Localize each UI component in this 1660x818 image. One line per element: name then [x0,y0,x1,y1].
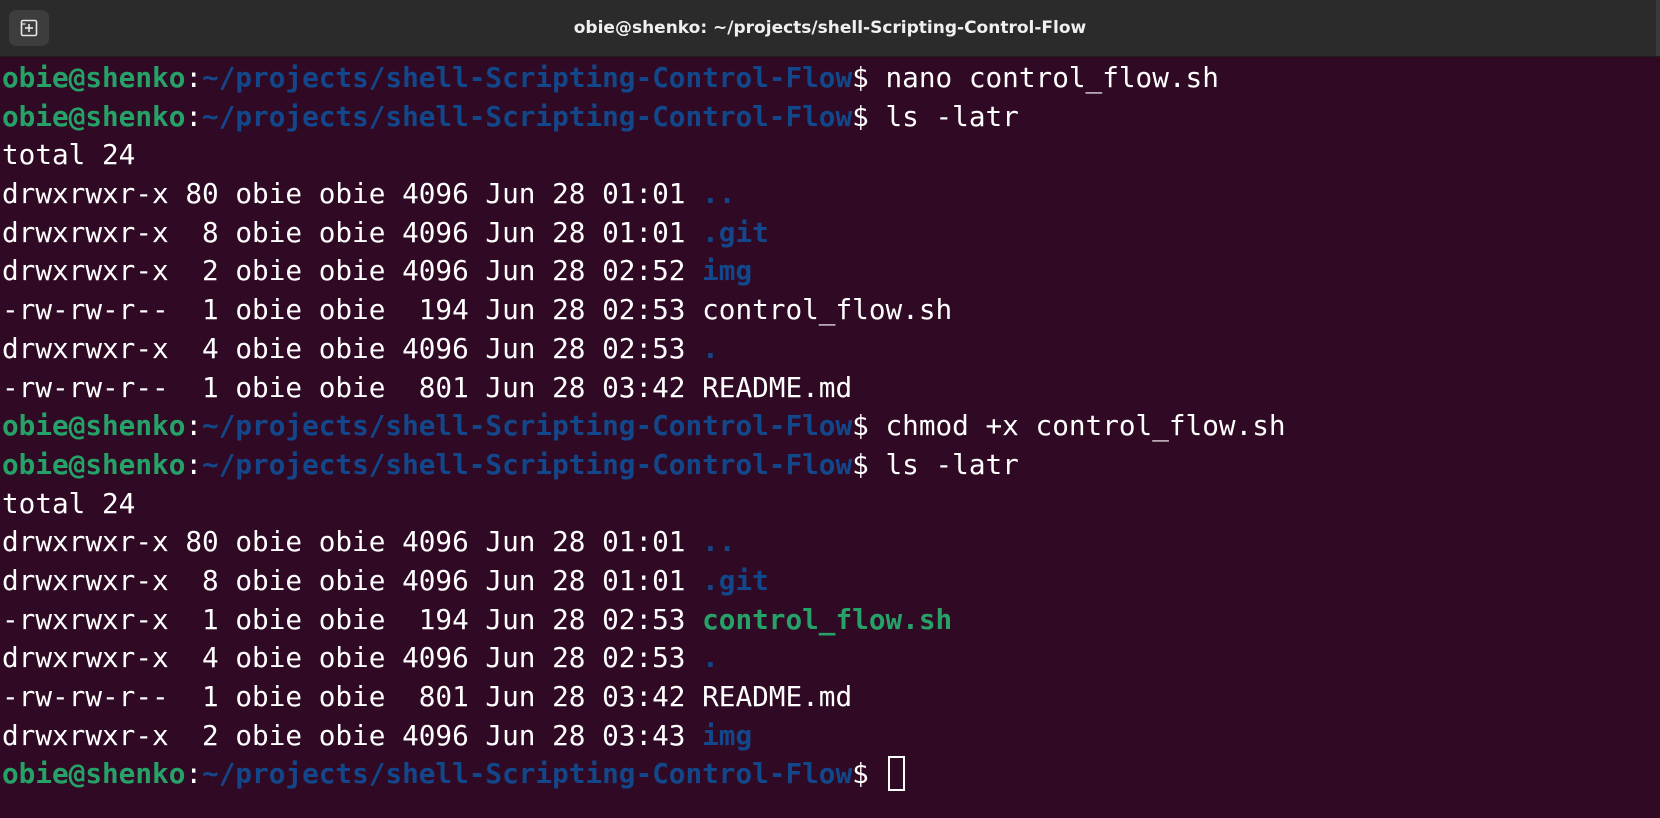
command-text: ls -latr [868,99,1019,133]
listing-info: drwxrwxr-x 4 obie obie 4096 Jun 28 02:53 [2,641,703,675]
prompt-separator: : [185,757,203,791]
prompt-line: obie@shenko:~/projects/shell-Scripting-C… [0,98,1660,137]
prompt-user: obie@shenko [2,447,186,481]
listing-info: -rw-rw-r-- 1 obie obie 194 Jun 28 02:53 [2,293,703,327]
listing-info: drwxrwxr-x 2 obie obie 4096 Jun 28 02:52 [2,254,703,288]
listing-row: drwxrwxr-x 80 obie obie 4096 Jun 28 01:0… [0,523,1660,562]
listing-name-dir: .git [702,215,769,249]
listing-name-dir: img [702,254,753,288]
listing-row: -rw-rw-r-- 1 obie obie 801 Jun 28 03:42 … [0,369,1660,408]
listing-name-dir: . [702,641,719,675]
prompt-symbol: $ [852,61,869,94]
window-edge [1656,0,1660,56]
prompt-symbol: $ [852,757,869,791]
prompt-path: ~/projects/shell-Scripting-Control-Flow [202,99,853,133]
listing-row: drwxrwxr-x 4 obie obie 4096 Jun 28 02:53… [0,639,1660,678]
prompt-path: ~/projects/shell-Scripting-Control-Flow [202,61,853,94]
listing-info: drwxrwxr-x 2 obie obie 4096 Jun 28 03:43 [2,718,703,752]
listing-name-file: README.md [702,680,853,713]
listing-name-dir: . [702,331,719,365]
listing-info: drwxrwxr-x 80 obie obie 4096 Jun 28 01:0… [2,525,703,559]
prompt-separator: : [185,409,203,443]
command-text: chmod +x control_flow.sh [868,409,1286,443]
output-line: total 24 [0,485,1660,524]
prompt-line: obie@shenko:~/projects/shell-Scripting-C… [0,407,1660,446]
listing-info: drwxrwxr-x 4 obie obie 4096 Jun 28 02:53 [2,331,703,365]
prompt-symbol: $ [852,99,869,133]
listing-row: -rw-rw-r-- 1 obie obie 801 Jun 28 03:42 … [0,678,1660,717]
terminal-output[interactable]: obie@shenko:~/projects/shell-Scripting-C… [0,57,1660,818]
prompt-symbol: $ [852,447,869,481]
listing-info: -rw-rw-r-- 1 obie obie 801 Jun 28 03:42 [2,680,703,713]
prompt-path: ~/projects/shell-Scripting-Control-Flow [202,757,853,791]
listing-row: drwxrwxr-x 4 obie obie 4096 Jun 28 02:53… [0,330,1660,369]
listing-row: drwxrwxr-x 8 obie obie 4096 Jun 28 01:01… [0,562,1660,601]
prompt-separator: : [185,447,203,481]
listing-row: -rw-rw-r-- 1 obie obie 194 Jun 28 02:53 … [0,291,1660,330]
listing-name-exec: control_flow.sh [702,602,953,636]
listing-row: drwxrwxr-x 2 obie obie 4096 Jun 28 03:43… [0,717,1660,756]
listing-row: drwxrwxr-x 80 obie obie 4096 Jun 28 01:0… [0,175,1660,214]
listing-name-file: README.md [702,370,853,404]
listing-name-dir: .. [702,177,736,211]
command-text [869,757,886,790]
listing-row: drwxrwxr-x 2 obie obie 4096 Jun 28 02:52… [0,252,1660,291]
listing-name-file: control_flow.sh [702,293,953,327]
listing-row: drwxrwxr-x 8 obie obie 4096 Jun 28 01:01… [0,214,1660,253]
command-text: ls -latr [868,447,1019,481]
prompt-user: obie@shenko [2,99,186,133]
listing-name-dir: .git [702,563,769,597]
listing-info: drwxrwxr-x 8 obie obie 4096 Jun 28 01:01 [2,215,703,249]
prompt-separator: : [185,99,203,133]
prompt-path: ~/projects/shell-Scripting-Control-Flow [202,409,853,443]
output-text: total 24 [2,486,136,520]
prompt-user: obie@shenko [2,409,186,443]
prompt-line: obie@shenko:~/projects/shell-Scripting-C… [0,59,1660,98]
prompt-line: obie@shenko:~/projects/shell-Scripting-C… [0,755,1660,794]
listing-name-dir: img [702,718,753,752]
title-bar: obie@shenko: ~/projects/shell-Scripting-… [0,0,1660,57]
listing-info: drwxrwxr-x 80 obie obie 4096 Jun 28 01:0… [2,177,703,211]
prompt-path: ~/projects/shell-Scripting-Control-Flow [202,447,853,481]
terminal-window: obie@shenko: ~/projects/shell-Scripting-… [0,0,1660,818]
listing-info: -rwxrwxr-x 1 obie obie 194 Jun 28 02:53 [2,602,703,636]
prompt-user: obie@shenko [2,757,186,791]
prompt-user: obie@shenko [2,61,186,94]
listing-name-dir: .. [702,525,736,559]
command-text: nano control_flow.sh [868,61,1219,94]
prompt-line: obie@shenko:~/projects/shell-Scripting-C… [0,446,1660,485]
listing-info: drwxrwxr-x 8 obie obie 4096 Jun 28 01:01 [2,563,703,597]
output-line: total 24 [0,136,1660,175]
prompt-separator: : [185,61,203,94]
window-title: obie@shenko: ~/projects/shell-Scripting-… [573,18,1087,38]
text-cursor [887,756,905,792]
prompt-symbol: $ [852,409,869,443]
listing-row: -rwxrwxr-x 1 obie obie 194 Jun 28 02:53 … [0,601,1660,640]
output-text: total 24 [2,138,136,172]
listing-info: -rw-rw-r-- 1 obie obie 801 Jun 28 03:42 [2,370,703,404]
